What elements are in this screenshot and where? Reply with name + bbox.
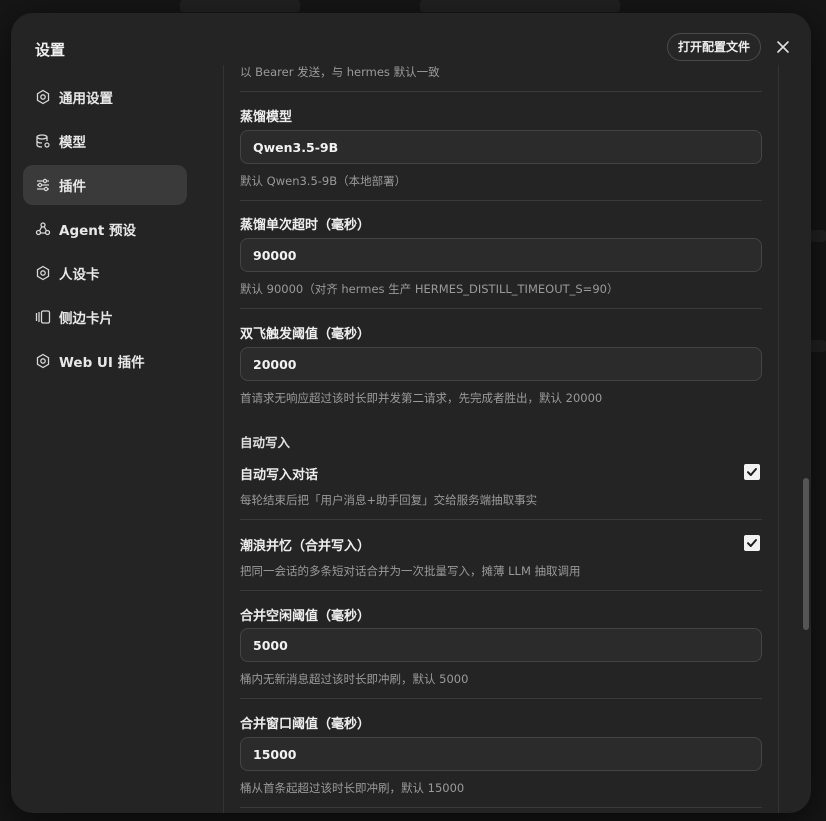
- distill-timeout-input[interactable]: [240, 238, 762, 272]
- sidebar-item-webui-plugins[interactable]: Web UI 插件: [23, 341, 187, 381]
- merge-write-label: 潮浪并忆（合并写入）: [240, 539, 371, 554]
- content-scrollbar[interactable]: [803, 478, 809, 630]
- sidebar-item-label: Agent 预设: [59, 223, 137, 239]
- field-hint: 默认 Qwen3.5-9B（本地部署）: [240, 174, 407, 188]
- sidebar-item-agent-presets[interactable]: Agent 预设: [23, 209, 187, 249]
- distill-model-input[interactable]: [240, 130, 762, 164]
- field-hint: 默认 90000（对齐 hermes 生产 HERMES_DISTILL_TIM…: [240, 282, 619, 296]
- merge-window-label: 合并窗口阈值（毫秒）: [240, 717, 371, 732]
- settings-sidebar: 通用设置 模型 插件 Agent 预设 人设卡 侧边卡片 Web UI 插件: [23, 77, 187, 385]
- sidebar-item-side-cards[interactable]: 侧边卡片: [23, 297, 187, 337]
- sidebar-item-persona-cards[interactable]: 人设卡: [23, 253, 187, 293]
- agent-icon: [35, 221, 51, 237]
- open-config-file-button[interactable]: 打开配置文件: [667, 33, 762, 61]
- sidebar-item-plugins[interactable]: 插件: [23, 165, 187, 205]
- sidebar-item-label: 人设卡: [59, 267, 100, 283]
- close-icon: [777, 41, 789, 53]
- sidebar-item-label: 通用设置: [59, 91, 113, 107]
- dual-fire-input[interactable]: [240, 347, 762, 381]
- sidebar-item-label: Web UI 插件: [59, 355, 145, 371]
- dialog-title: 设置: [35, 41, 66, 59]
- merge-idle-input[interactable]: [240, 628, 762, 662]
- checkmark-icon: [747, 468, 757, 476]
- sliders-icon: [35, 177, 51, 193]
- field-hint: 桶内无新消息超过该时长即冲刷，默认 5000: [240, 672, 469, 686]
- divider: [240, 308, 762, 309]
- sidebar-item-models[interactable]: 模型: [23, 121, 187, 161]
- auto-write-dialog-checkbox[interactable]: [744, 464, 760, 480]
- divider: [240, 807, 762, 808]
- sidebar-cards-icon: [35, 309, 51, 325]
- merge-idle-label: 合并空闲阈值（毫秒）: [240, 609, 371, 624]
- plugin-settings-panel: 以 Bearer 发送，与 hermes 默认一致 蒸馏模型 默认 Qwen3.…: [240, 63, 762, 813]
- sidebar-item-label: 插件: [59, 179, 86, 195]
- sidebar-item-general[interactable]: 通用设置: [23, 77, 187, 117]
- close-button[interactable]: [771, 35, 795, 59]
- content-right-border: [778, 65, 779, 813]
- divider: [240, 519, 762, 520]
- divider: [240, 200, 762, 201]
- merge-write-checkbox[interactable]: [744, 535, 760, 551]
- field-hint: 首请求无响应超过该时长即并发第二请求，先完成者胜出，默认 20000: [240, 391, 603, 405]
- field-hint: 每轮结束后把「用户消息+助手回复」交给服务端抽取事实: [240, 493, 538, 507]
- dual-fire-label: 双飞触发阈值（毫秒）: [240, 327, 371, 342]
- auto-write-section-title: 自动写入: [240, 435, 291, 450]
- field-hint: 桶从首条起超过该时长即冲刷，默认 15000: [240, 781, 465, 795]
- divider: [240, 698, 762, 699]
- merge-write-row: 潮浪并忆（合并写入）: [240, 535, 762, 555]
- gear-icon: [35, 89, 51, 105]
- database-icon: [35, 133, 51, 149]
- gear-icon: [35, 353, 51, 369]
- auto-write-dialog-label: 自动写入对话: [240, 468, 319, 483]
- divider: [240, 590, 762, 591]
- field-hint: 以 Bearer 发送，与 hermes 默认一致: [240, 65, 440, 79]
- field-hint: 把同一会话的多条短对话合并为一次批量写入，摊薄 LLM 抽取调用: [240, 564, 581, 578]
- distill-model-label: 蒸馏模型: [240, 110, 293, 125]
- auto-write-dialog-row: 自动写入对话: [240, 464, 762, 484]
- sidebar-item-label: 模型: [59, 135, 86, 151]
- gear-icon: [35, 265, 51, 281]
- merge-window-input[interactable]: [240, 737, 762, 771]
- content-left-border: [223, 65, 224, 813]
- sidebar-item-label: 侧边卡片: [59, 311, 113, 327]
- settings-dialog: 设置 打开配置文件 通用设置 模型 插件 Agent 预设 人设卡 侧边卡片 W…: [11, 13, 811, 813]
- distill-timeout-label: 蒸馏单次超时（毫秒）: [240, 218, 371, 233]
- divider: [240, 91, 762, 92]
- checkmark-icon: [747, 539, 757, 547]
